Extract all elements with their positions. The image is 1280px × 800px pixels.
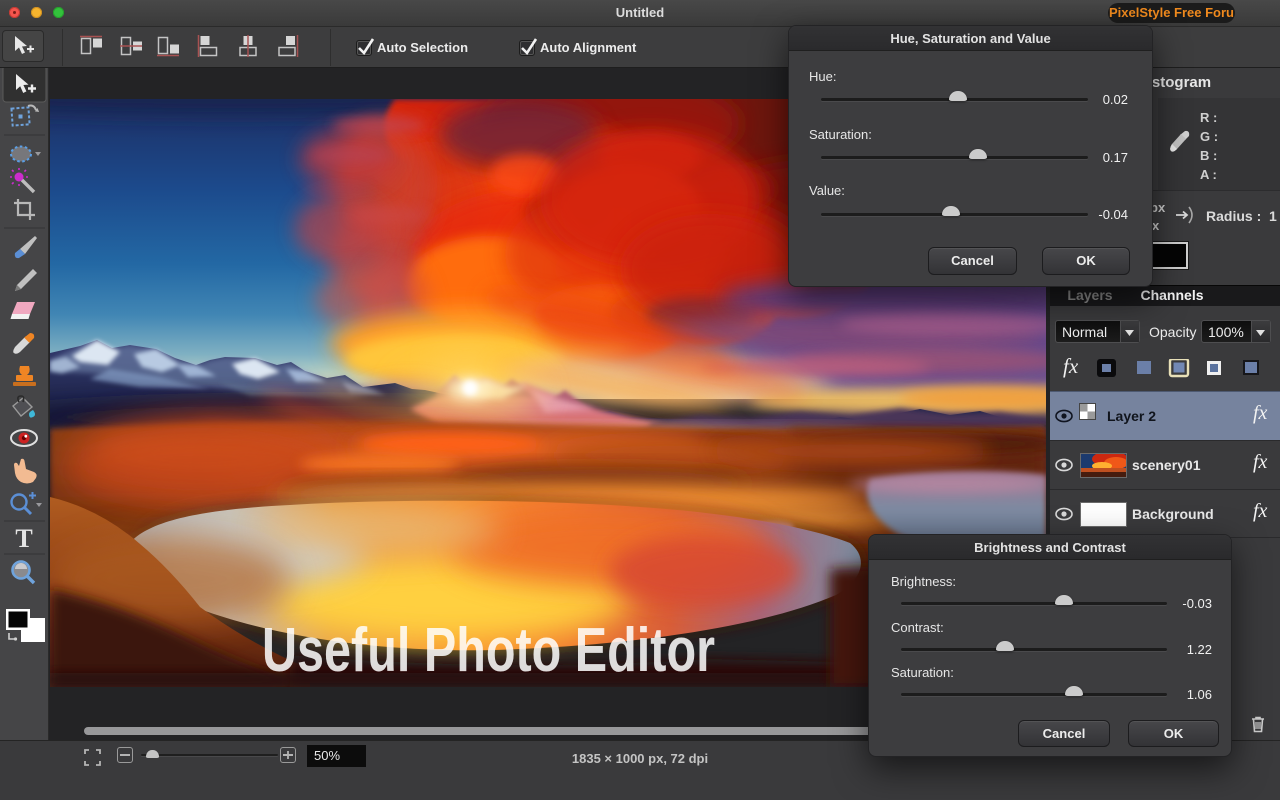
svg-text:T: T [15,524,32,553]
svg-text:Useful Photo Editor: Useful Photo Editor [262,616,715,685]
